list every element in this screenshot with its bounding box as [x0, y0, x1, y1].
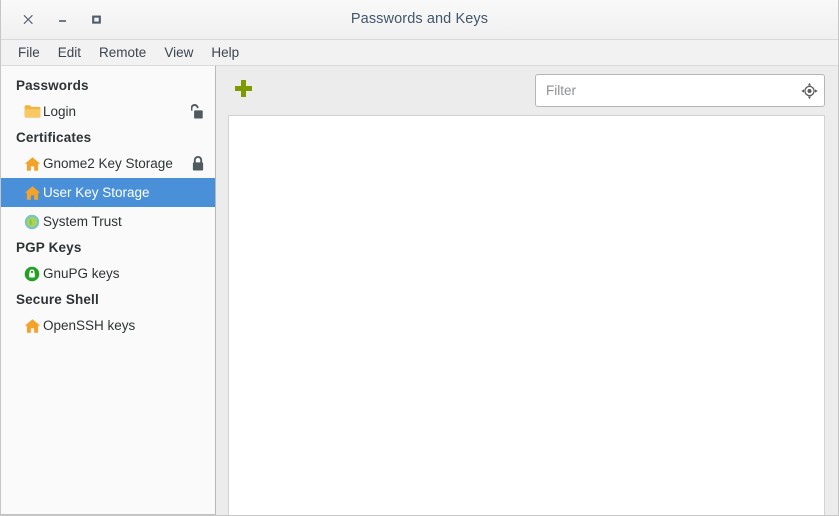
- menu-item-remote[interactable]: Remote: [90, 43, 155, 62]
- folder-icon: [23, 103, 41, 121]
- sidebar-item-label: System Trust: [43, 214, 122, 229]
- close-button[interactable]: [11, 5, 45, 35]
- sidebar-item-gnupg-keys[interactable]: GnuPG keys: [1, 259, 215, 288]
- sidebar-item-system-trust[interactable]: System Trust: [1, 207, 215, 236]
- green-lock-badge-icon: [23, 265, 41, 283]
- maximize-button[interactable]: [79, 5, 113, 35]
- toolbar: [216, 66, 838, 115]
- menu-item-file[interactable]: File: [9, 43, 49, 62]
- target-locate-icon[interactable]: [801, 82, 818, 99]
- app-window: Passwords and Keys File Edit Remote View…: [0, 0, 839, 516]
- items-list[interactable]: [228, 115, 825, 515]
- home-icon: [23, 317, 41, 335]
- menu-item-help[interactable]: Help: [202, 43, 248, 62]
- add-button[interactable]: [228, 76, 258, 106]
- sidebar-item-login[interactable]: Login: [1, 97, 215, 126]
- certificate-seal-icon: [23, 213, 41, 231]
- sidebar-item-label: User Key Storage: [43, 185, 150, 200]
- unlocked-padlock-icon: [191, 103, 205, 120]
- sidebar-section-pgp-keys: PGP Keys: [16, 240, 82, 255]
- sidebar-item-user-key-storage[interactable]: User Key Storage: [1, 178, 215, 207]
- locked-padlock-icon: [191, 155, 205, 172]
- sidebar-item-label: Login: [43, 104, 77, 119]
- sidebar-section-passwords: Passwords: [16, 78, 89, 93]
- sidebar-item-gnome2-key-storage[interactable]: Gnome2 Key Storage: [1, 149, 215, 178]
- title-bar: Passwords and Keys: [1, 0, 838, 40]
- filter-field: [535, 74, 825, 107]
- sidebar-section-certificates: Certificates: [16, 130, 92, 145]
- minimize-button[interactable]: [45, 5, 79, 35]
- home-icon: [23, 155, 41, 173]
- sidebar: Passwords Login Certificates Gnome2 Key …: [1, 66, 216, 515]
- search-input[interactable]: [535, 74, 825, 107]
- menu-item-edit[interactable]: Edit: [49, 43, 90, 62]
- main-split: Passwords Login Certificates Gnome2 Key …: [1, 66, 838, 515]
- sidebar-section-secure-shell: Secure Shell: [16, 292, 99, 307]
- sidebar-item-label: Gnome2 Key Storage: [43, 156, 173, 171]
- home-icon: [23, 184, 41, 202]
- plus-icon: [233, 78, 254, 104]
- sidebar-item-label: OpenSSH keys: [43, 318, 136, 333]
- menu-item-view[interactable]: View: [155, 43, 202, 62]
- content-pane: [216, 66, 838, 515]
- menu-bar: File Edit Remote View Help: [1, 40, 838, 66]
- window-controls: [1, 0, 113, 39]
- sidebar-item-label: GnuPG keys: [43, 266, 120, 281]
- sidebar-item-openssh-keys[interactable]: OpenSSH keys: [1, 311, 215, 340]
- window-title: Passwords and Keys: [350, 11, 489, 27]
